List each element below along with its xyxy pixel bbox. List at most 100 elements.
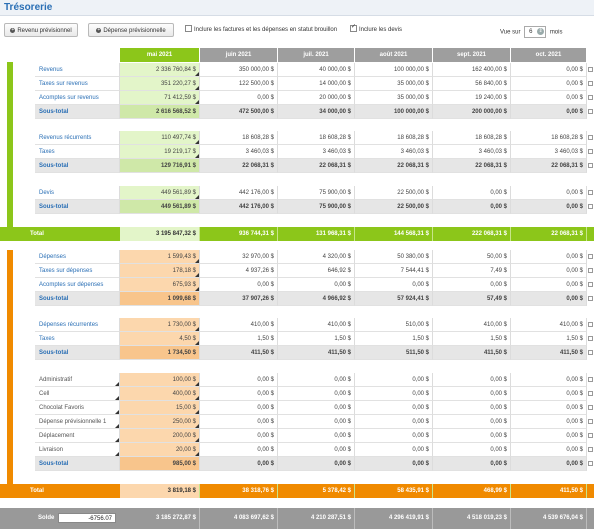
value-cell[interactable]: 4,50 $ <box>120 332 200 346</box>
value-cell[interactable]: 3 460,03 $ <box>433 145 511 159</box>
row-checkbox[interactable] <box>588 109 593 114</box>
value-cell[interactable]: 7 544,41 $ <box>355 264 433 278</box>
value-cell[interactable]: 129 716,91 $ <box>120 159 200 173</box>
value-cell[interactable]: 0,00 $ <box>355 457 433 471</box>
row-checkbox[interactable] <box>588 190 593 195</box>
value-cell[interactable]: 37 907,26 $ <box>200 292 278 306</box>
value-cell[interactable]: 675,93 $ <box>120 278 200 292</box>
value-cell[interactable]: 0,00 $ <box>278 373 355 387</box>
row-label[interactable]: Revenus <box>35 63 120 77</box>
value-cell[interactable]: 0,00 $ <box>511 443 587 457</box>
value-cell[interactable]: 1 730,00 $ <box>120 318 200 332</box>
value-cell[interactable]: 0,00 $ <box>433 373 511 387</box>
value-cell[interactable]: 56 840,00 $ <box>433 77 511 91</box>
value-cell[interactable]: 20 000,00 $ <box>278 91 355 105</box>
value-cell[interactable]: 110 497,74 $ <box>120 131 200 145</box>
value-cell[interactable]: 0,00 $ <box>511 105 587 119</box>
row-label[interactable]: Taxes sur revenus <box>35 77 120 91</box>
value-cell[interactable]: 0,00 $ <box>433 186 511 200</box>
value-cell[interactable]: 0,00 $ <box>511 415 587 429</box>
value-cell[interactable]: 0,00 $ <box>433 401 511 415</box>
value-cell[interactable]: 200 000,00 $ <box>433 105 511 119</box>
value-cell[interactable]: 178,18 $ <box>120 264 200 278</box>
value-cell[interactable]: 3 460,03 $ <box>200 145 278 159</box>
value-cell[interactable]: 250,00 $ <box>120 415 200 429</box>
row-checkbox[interactable] <box>588 350 593 355</box>
value-cell[interactable]: 0,00 $ <box>355 401 433 415</box>
value-cell[interactable]: 4 937,26 $ <box>200 264 278 278</box>
value-cell[interactable]: 0,00 $ <box>278 401 355 415</box>
value-cell[interactable]: 351 220,27 $ <box>120 77 200 91</box>
value-cell[interactable]: 22 068,31 $ <box>511 159 587 173</box>
row-checkbox[interactable] <box>588 268 593 273</box>
row-checkbox[interactable] <box>588 336 593 341</box>
value-cell[interactable]: 0,00 $ <box>200 429 278 443</box>
row-checkbox[interactable] <box>588 254 593 259</box>
value-cell[interactable]: 411,50 $ <box>200 346 278 360</box>
row-checkbox[interactable] <box>588 296 593 301</box>
value-cell[interactable]: 449 561,89 $ <box>120 200 200 214</box>
value-cell[interactable]: 410,00 $ <box>433 318 511 332</box>
row-label[interactable]: Devis <box>35 186 120 200</box>
row-label[interactable]: Taxes <box>35 332 120 346</box>
value-cell[interactable]: 0,00 $ <box>511 278 587 292</box>
row-checkbox[interactable] <box>588 163 593 168</box>
value-cell[interactable]: 3 460,03 $ <box>355 145 433 159</box>
value-cell[interactable]: 0,00 $ <box>200 443 278 457</box>
value-cell[interactable]: 0,00 $ <box>278 457 355 471</box>
row-label[interactable]: Dépenses <box>35 250 120 264</box>
row-label[interactable]: Dépense prévisionnelle 1 <box>35 415 120 429</box>
value-cell[interactable]: 472 500,00 $ <box>200 105 278 119</box>
value-cell[interactable]: 0,00 $ <box>511 429 587 443</box>
row-checkbox[interactable] <box>588 391 593 396</box>
value-cell[interactable]: 0,00 $ <box>278 387 355 401</box>
value-cell[interactable]: 442 176,00 $ <box>200 186 278 200</box>
row-checkbox[interactable] <box>588 135 593 140</box>
value-cell[interactable]: 0,00 $ <box>511 250 587 264</box>
row-label[interactable]: Dépenses récurrentes <box>35 318 120 332</box>
value-cell[interactable]: 0,00 $ <box>200 373 278 387</box>
value-cell[interactable]: 400,00 $ <box>120 387 200 401</box>
value-cell[interactable]: 0,00 $ <box>278 415 355 429</box>
value-cell[interactable]: 22 068,31 $ <box>355 159 433 173</box>
row-checkbox[interactable] <box>588 149 593 154</box>
value-cell[interactable]: 0,00 $ <box>433 278 511 292</box>
value-cell[interactable]: 1 599,43 $ <box>120 250 200 264</box>
value-cell[interactable]: 0,00 $ <box>200 278 278 292</box>
value-cell[interactable]: 4 966,92 $ <box>278 292 355 306</box>
row-checkbox[interactable] <box>588 461 593 466</box>
row-label[interactable]: Administratif <box>35 373 120 387</box>
value-cell[interactable]: 1 099,68 $ <box>120 292 200 306</box>
value-cell[interactable]: 0,00 $ <box>511 401 587 415</box>
value-cell[interactable]: 100 000,00 $ <box>355 63 433 77</box>
value-cell[interactable]: 19 219,17 $ <box>120 145 200 159</box>
value-cell[interactable]: 1 734,50 $ <box>120 346 200 360</box>
row-checkbox[interactable] <box>588 433 593 438</box>
value-cell[interactable]: 0,00 $ <box>278 443 355 457</box>
value-cell[interactable]: 100 000,00 $ <box>355 105 433 119</box>
row-checkbox[interactable] <box>588 447 593 452</box>
row-checkbox[interactable] <box>588 282 593 287</box>
value-cell[interactable]: 40 000,00 $ <box>278 63 355 77</box>
row-checkbox[interactable] <box>588 204 593 209</box>
value-cell[interactable]: 442 176,00 $ <box>200 200 278 214</box>
value-cell[interactable]: 22 068,31 $ <box>200 159 278 173</box>
value-cell[interactable]: 34 000,00 $ <box>278 105 355 119</box>
value-cell[interactable]: 18 608,28 $ <box>278 131 355 145</box>
value-cell[interactable]: 0,00 $ <box>355 278 433 292</box>
value-cell[interactable]: 22 068,31 $ <box>433 159 511 173</box>
value-cell[interactable]: 0,00 $ <box>355 415 433 429</box>
value-cell[interactable]: 0,00 $ <box>433 200 511 214</box>
value-cell[interactable]: 510,00 $ <box>355 318 433 332</box>
value-cell[interactable]: 20,00 $ <box>120 443 200 457</box>
row-label[interactable]: Taxes sur dépenses <box>35 264 120 278</box>
value-cell[interactable]: 0,00 $ <box>511 264 587 278</box>
value-cell[interactable]: 22 500,00 $ <box>355 186 433 200</box>
value-cell[interactable]: 0,00 $ <box>511 63 587 77</box>
value-cell[interactable]: 32 970,00 $ <box>200 250 278 264</box>
row-checkbox[interactable] <box>588 419 593 424</box>
value-cell[interactable]: 449 561,89 $ <box>120 186 200 200</box>
value-cell[interactable]: 0,00 $ <box>433 415 511 429</box>
value-cell[interactable]: 18 608,28 $ <box>200 131 278 145</box>
value-cell[interactable]: 0,00 $ <box>355 387 433 401</box>
